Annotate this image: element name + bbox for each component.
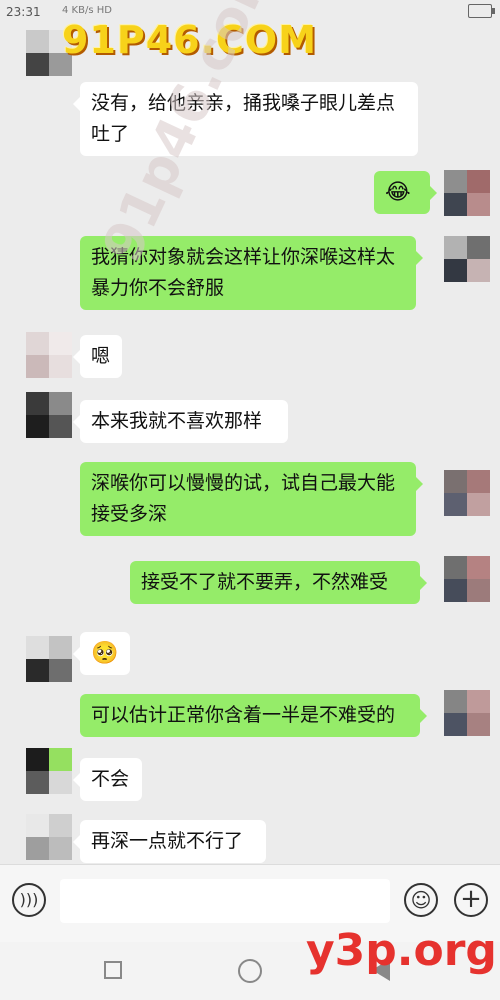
chat-area[interactable]: 没有，给他亲亲，捅我嗓子眼儿差点吐了 😂 我猜你对象就会这样让你深喉这样太暴力你… xyxy=(0,24,500,864)
voice-icon[interactable]: ))) xyxy=(12,883,46,917)
watermark-bottom: y3p.org xyxy=(306,925,497,976)
message-bubble-incoming[interactable]: 再深一点就不行了 xyxy=(73,820,266,863)
home-icon[interactable] xyxy=(238,959,262,983)
message-bubble-outgoing[interactable]: 深喉你可以慢慢的试，试自己最大能接受多深 xyxy=(80,462,423,536)
contact-avatar[interactable] xyxy=(26,332,72,378)
recent-apps-icon[interactable] xyxy=(104,961,122,979)
message-bubble-incoming[interactable]: 没有，给他亲亲，捅我嗓子眼儿差点吐了 xyxy=(73,82,418,156)
status-time: 23:31 xyxy=(6,5,41,19)
message-bubble-incoming[interactable]: 嗯 xyxy=(73,335,122,378)
message-input[interactable] xyxy=(60,879,390,923)
emoji-icon[interactable]: ☺ xyxy=(404,883,438,917)
user-avatar[interactable] xyxy=(444,470,490,516)
user-avatar[interactable] xyxy=(444,556,490,602)
user-avatar[interactable] xyxy=(444,690,490,736)
user-avatar[interactable] xyxy=(444,170,490,216)
message-bubble-outgoing[interactable]: 接受不了就不要弄，不然难受 xyxy=(130,561,427,604)
contact-avatar[interactable] xyxy=(26,636,72,682)
contact-avatar[interactable] xyxy=(26,748,72,794)
message-bubble-incoming[interactable]: 不会 xyxy=(73,758,142,801)
message-bubble-outgoing[interactable]: 可以估计正常你含着一半是不难受的 xyxy=(80,694,427,737)
message-bubble-incoming[interactable]: 🥺 xyxy=(73,632,130,675)
plus-icon[interactable]: + xyxy=(454,883,488,917)
network-speed: 4 KB/s HD xyxy=(62,5,112,16)
battery-icon xyxy=(468,4,495,18)
contact-avatar[interactable] xyxy=(26,392,72,438)
user-avatar[interactable] xyxy=(444,236,490,282)
message-bubble-outgoing[interactable]: 😂 xyxy=(374,171,437,214)
message-bubble-incoming[interactable]: 本来我就不喜欢那样 xyxy=(73,400,288,443)
contact-avatar[interactable] xyxy=(26,814,72,860)
